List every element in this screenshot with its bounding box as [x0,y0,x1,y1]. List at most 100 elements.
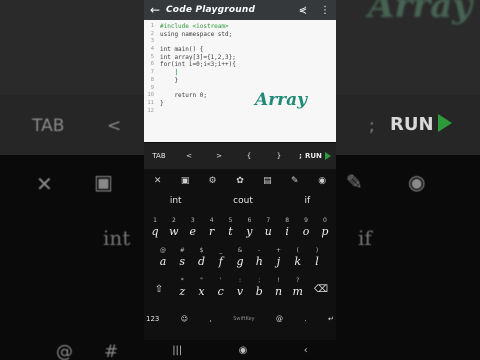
key-e[interactable]: 3e [184,217,202,239]
space-bar[interactable]: SwiftKey [233,316,254,322]
clipboard-icon[interactable]: ▤ [258,176,276,186]
backspace-icon: ⌫ [313,284,329,295]
semicolon-key[interactable]: ; [299,152,302,160]
code-line: int array[3]={1,2,3}; [160,53,236,61]
suggestion-bar: int cout if [144,196,336,210]
key-z[interactable]: * z [173,277,191,299]
key-b[interactable]: ; b [250,277,268,299]
gt-key[interactable]: > [204,152,234,160]
run-button[interactable]: ; RUN [294,152,336,160]
key-h[interactable]: -h [250,247,268,269]
key-c[interactable]: ' c [212,277,230,299]
enter-key[interactable]: ↵ [328,315,334,323]
line-number: 8 [150,76,154,83]
background-close-icon: ✕ [36,172,53,196]
code-line: #include <iostream> [160,23,229,30]
period-key[interactable]: . [304,315,306,323]
palette-icon[interactable]: ✿ [231,176,249,186]
at-key[interactable]: @ [276,315,283,323]
app-bar: ← Code Playground ⋞ ⋮ [144,0,336,20]
key-o[interactable]: 9o [297,217,315,239]
rbrace-key[interactable]: } [264,152,294,160]
tab-key[interactable]: TAB [144,152,174,160]
key-i[interactable]: 8i [278,217,296,239]
nav-recents-icon[interactable]: ||| [172,345,182,356]
close-icon[interactable]: ✕ [149,176,167,186]
key-y[interactable]: 6y [240,217,258,239]
background-logo: Array [368,0,472,26]
background-play-icon [438,114,452,132]
suggestion-cout[interactable]: cout [233,196,253,210]
overlay-array-label: Array [255,90,307,110]
key-w[interactable]: 2w [165,217,183,239]
line-number: 10 [147,92,154,99]
shift-key[interactable]: ⇧ [146,277,172,299]
line-number: 5 [150,53,154,60]
background-sticker-icon: ▣ [94,170,113,194]
key-v[interactable]: :v [231,277,249,299]
key-q[interactable]: 1q [146,217,164,239]
emoji-key[interactable]: ☺ [181,315,188,323]
comma-key[interactable]: , [210,315,212,323]
key-r[interactable]: 4r [203,217,221,239]
location-icon[interactable]: ◉ [313,176,331,186]
line-number: 2 [150,30,154,37]
key-t[interactable]: 5t [222,217,240,239]
key-s[interactable]: # s [173,247,191,269]
gear-icon[interactable]: ⚙ [204,176,222,186]
app-title: Code Playground [166,5,256,15]
nav-home-icon[interactable]: ◉ [239,345,248,356]
key-x[interactable]: " x [193,277,211,299]
key-m[interactable]: ? m [289,277,307,299]
code-line: } [160,76,179,84]
key-g[interactable]: & g [231,247,249,269]
lbrace-key[interactable]: { [234,152,264,160]
background-lt-text: < [107,116,122,136]
key-k[interactable]: (k [289,247,307,269]
key-u[interactable]: 7u [259,217,277,239]
background-pin-icon: ✎ [346,170,363,194]
arrow-left-icon[interactable]: ← [144,3,166,17]
background-semicolon-text: ; [369,116,375,136]
code-line-cursor: | [160,69,179,77]
code-lines[interactable]: #include <iostream> using namespace std;… [160,23,334,115]
line-number-gutter: 1 2 3 4 5 6 7 8 9 10 11 12 [144,23,154,115]
sticker-icon[interactable]: ▣ [176,176,194,186]
code-line: using namespace std; [160,30,233,38]
key-d[interactable]: $ d [193,247,211,269]
key-row-2: @ a # s $ d _ f & g -h + j (k ) l [154,247,326,269]
pin-icon[interactable]: ✎ [286,176,304,186]
keyboard-toolbar: ✕ ▣ ⚙ ✿ ▤ ✎ ◉ [144,173,336,189]
suggestion-int[interactable]: int [170,196,182,210]
background-word-left: int [103,226,131,250]
lt-key[interactable]: < [174,152,204,160]
share-icon[interactable]: ⋞ [292,5,314,16]
code-line: return 0; [160,92,207,100]
line-number: 4 [150,46,154,53]
key-n[interactable]: ! n [270,277,288,299]
key-a[interactable]: @ a [154,247,172,269]
code-line: } [160,99,164,107]
more-vert-icon[interactable]: ⋮ [314,5,336,16]
line-number: 7 [150,69,154,76]
key-j[interactable]: + j [270,247,288,269]
nav-back-icon[interactable]: ‹ [304,345,308,356]
code-editor[interactable]: 1 2 3 4 5 6 7 8 9 10 11 12 #include <ios… [144,20,336,142]
mode-123-key[interactable]: 123 [146,315,159,323]
suggestion-if[interactable]: if [304,196,310,210]
backspace-key[interactable]: ⌫ [308,277,334,299]
key-p[interactable]: 0p [316,217,334,239]
line-number: 3 [150,38,154,45]
system-nav-bar: ||| ◉ ‹ [144,340,336,360]
key-f[interactable]: _ f [212,247,230,269]
line-number: 12 [147,107,154,114]
code-line: int main() { [160,46,204,54]
key-l[interactable]: ) l [308,247,326,269]
background-hash-text: # [104,342,119,360]
background-run-text: RUN [390,114,434,135]
key-row-1: 1q 2w 3e 4r 5t 6y 7u 8i 9o 0p [146,217,334,239]
background-word-right: if [358,226,372,250]
line-number: 9 [150,84,154,91]
